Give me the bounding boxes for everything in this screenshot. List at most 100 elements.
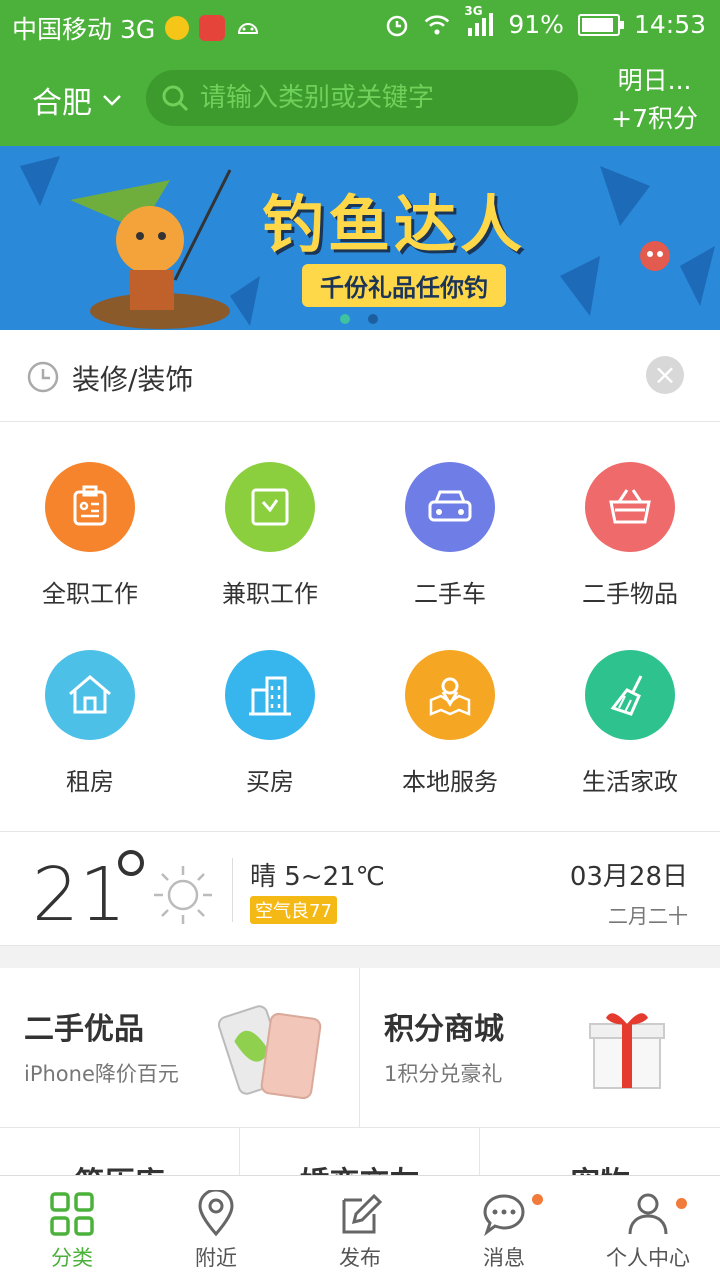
city-selector[interactable]: 合肥 <box>32 78 122 122</box>
category-label: 买房 <box>246 768 294 796</box>
nav-label: 个人中心 <box>606 1246 690 1270</box>
category-label: 本地服务 <box>402 768 498 796</box>
promo-card-pets[interactable]: 宠物 <box>480 1128 720 1178</box>
building-icon <box>249 676 291 716</box>
alarm-icon <box>387 15 408 36</box>
category-fulltime[interactable]: 全职工作 <box>0 462 180 642</box>
signal-icon: 3G <box>464 4 494 38</box>
nav-tab-categories[interactable]: 分类 <box>0 1176 144 1280</box>
app-header: 合肥 明日... +7积分 <box>0 52 720 146</box>
promo-card-dating[interactable]: 婚恋交友 <box>240 1128 480 1178</box>
promo-banner[interactable]: 钓鱼达人 千份礼品任你钓 <box>0 146 720 330</box>
temperature-value: 21 <box>32 852 127 938</box>
section-gap <box>0 946 720 968</box>
nav-tab-nearby[interactable]: 附近 <box>144 1176 288 1280</box>
map-person-icon <box>429 677 471 716</box>
bottom-navigation: 分类 附近 发布 消息 个人中心 <box>0 1175 720 1280</box>
notification-app-icon <box>165 16 190 40</box>
category-grid: 全职工作 兼职工作 二手车 二手物品 租房 买房 本地服务 生活家政 <box>0 422 720 832</box>
battery-icon <box>577 13 624 36</box>
category-label: 二手车 <box>414 580 486 608</box>
nav-label: 分类 <box>51 1246 93 1270</box>
category-label: 全职工作 <box>42 580 138 608</box>
category-label: 租房 <box>66 768 114 796</box>
recent-search-row[interactable]: 装修/装饰 × <box>0 330 720 422</box>
sunny-icon <box>154 866 212 924</box>
banner-dot[interactable] <box>368 314 378 324</box>
recent-search-text: 装修/装饰 <box>72 363 194 396</box>
category-label: 二手物品 <box>582 580 678 608</box>
edit-icon <box>342 1193 382 1234</box>
checkin-button[interactable]: 明日... +7积分 <box>611 62 698 138</box>
location-pin-icon <box>198 1190 234 1237</box>
category-circle <box>45 650 135 740</box>
banner-title: 钓鱼达人 <box>262 188 527 261</box>
house-icon <box>69 675 111 714</box>
category-buy-house[interactable]: 买房 <box>180 650 360 830</box>
nav-tab-profile[interactable]: 个人中心 <box>576 1176 720 1280</box>
network-type-label: 3G <box>464 3 483 18</box>
category-local-services[interactable]: 本地服务 <box>360 650 540 830</box>
status-bar: 中国移动 3G 3G 91% 14:53 <box>0 0 720 52</box>
person-icon <box>628 1193 668 1235</box>
fisher-cat-icon <box>70 169 232 310</box>
weather-condition: 晴 5~21℃ <box>250 862 385 892</box>
banner-subtitle: 千份礼品任你钓 <box>302 264 506 307</box>
checkin-points: +7积分 <box>611 104 698 133</box>
nav-tab-messages[interactable]: 消息 <box>432 1176 576 1280</box>
wifi-icon <box>425 14 450 35</box>
grid-icon <box>50 1192 94 1236</box>
search-icon <box>162 85 189 112</box>
chat-icon <box>483 1194 525 1237</box>
history-clock-icon <box>27 361 59 393</box>
promo-card-used-goods[interactable]: 二手优品 iPhone降价百元 <box>0 968 360 1128</box>
category-housekeeping[interactable]: 生活家政 <box>540 650 720 830</box>
messages-badge <box>532 1194 543 1205</box>
category-circle <box>585 650 675 740</box>
nav-label: 附近 <box>195 1246 237 1270</box>
status-bar-left: 中国移动 3G <box>12 10 261 46</box>
date-label: 03月28日 <box>569 862 688 892</box>
promo-subtitle: 1积分兑豪礼 <box>384 1062 503 1086</box>
banner-pagination <box>340 314 378 324</box>
category-parttime[interactable]: 兼职工作 <box>180 462 360 642</box>
category-circle <box>405 650 495 740</box>
car-icon <box>428 490 472 522</box>
category-circle <box>225 650 315 740</box>
weather-divider <box>232 858 233 922</box>
carrier-label: 中国移动 3G <box>12 15 156 44</box>
clock-time: 14:53 <box>633 10 706 39</box>
degree-symbol <box>118 850 144 876</box>
nav-label: 发布 <box>339 1246 381 1270</box>
category-rent[interactable]: 租房 <box>0 650 180 830</box>
nav-label: 消息 <box>483 1246 525 1270</box>
category-circle <box>405 462 495 552</box>
category-used-goods[interactable]: 二手物品 <box>540 462 720 642</box>
weather-widget[interactable]: 21 晴 5~21℃ 空气良77 03月28日 二月二十 <box>0 834 720 946</box>
search-box[interactable] <box>146 70 578 126</box>
phone-icon <box>218 1005 322 1100</box>
close-icon[interactable]: × <box>646 356 684 394</box>
promo-card-points-mall[interactable]: 积分商城 1积分兑豪礼 <box>360 968 720 1128</box>
lunar-date-label: 二月二十 <box>608 904 688 928</box>
nav-tab-post[interactable]: 发布 <box>288 1176 432 1280</box>
category-circle <box>585 462 675 552</box>
category-used-car[interactable]: 二手车 <box>360 462 540 642</box>
promo-title: 二手优品 <box>24 1012 144 1047</box>
basket-icon <box>609 489 651 524</box>
profile-badge <box>676 1198 687 1209</box>
banner-dot[interactable] <box>340 314 350 324</box>
promo-title: 积分商城 <box>384 1012 504 1047</box>
broom-icon <box>610 675 643 716</box>
android-icon <box>238 23 259 34</box>
promo-card-resume[interactable]: 简历库 <box>0 1128 240 1178</box>
status-bar-right: 3G 91% 14:53 <box>384 4 706 39</box>
air-quality-badge: 空气良77 <box>250 896 337 924</box>
promo-subtitle: iPhone降价百元 <box>24 1062 179 1086</box>
notification-cow-icon <box>199 15 226 41</box>
search-input[interactable] <box>200 83 560 113</box>
city-label: 合肥 <box>32 86 92 121</box>
battery-fill <box>581 17 613 32</box>
category-circle <box>45 462 135 552</box>
badge-icon <box>73 485 107 526</box>
